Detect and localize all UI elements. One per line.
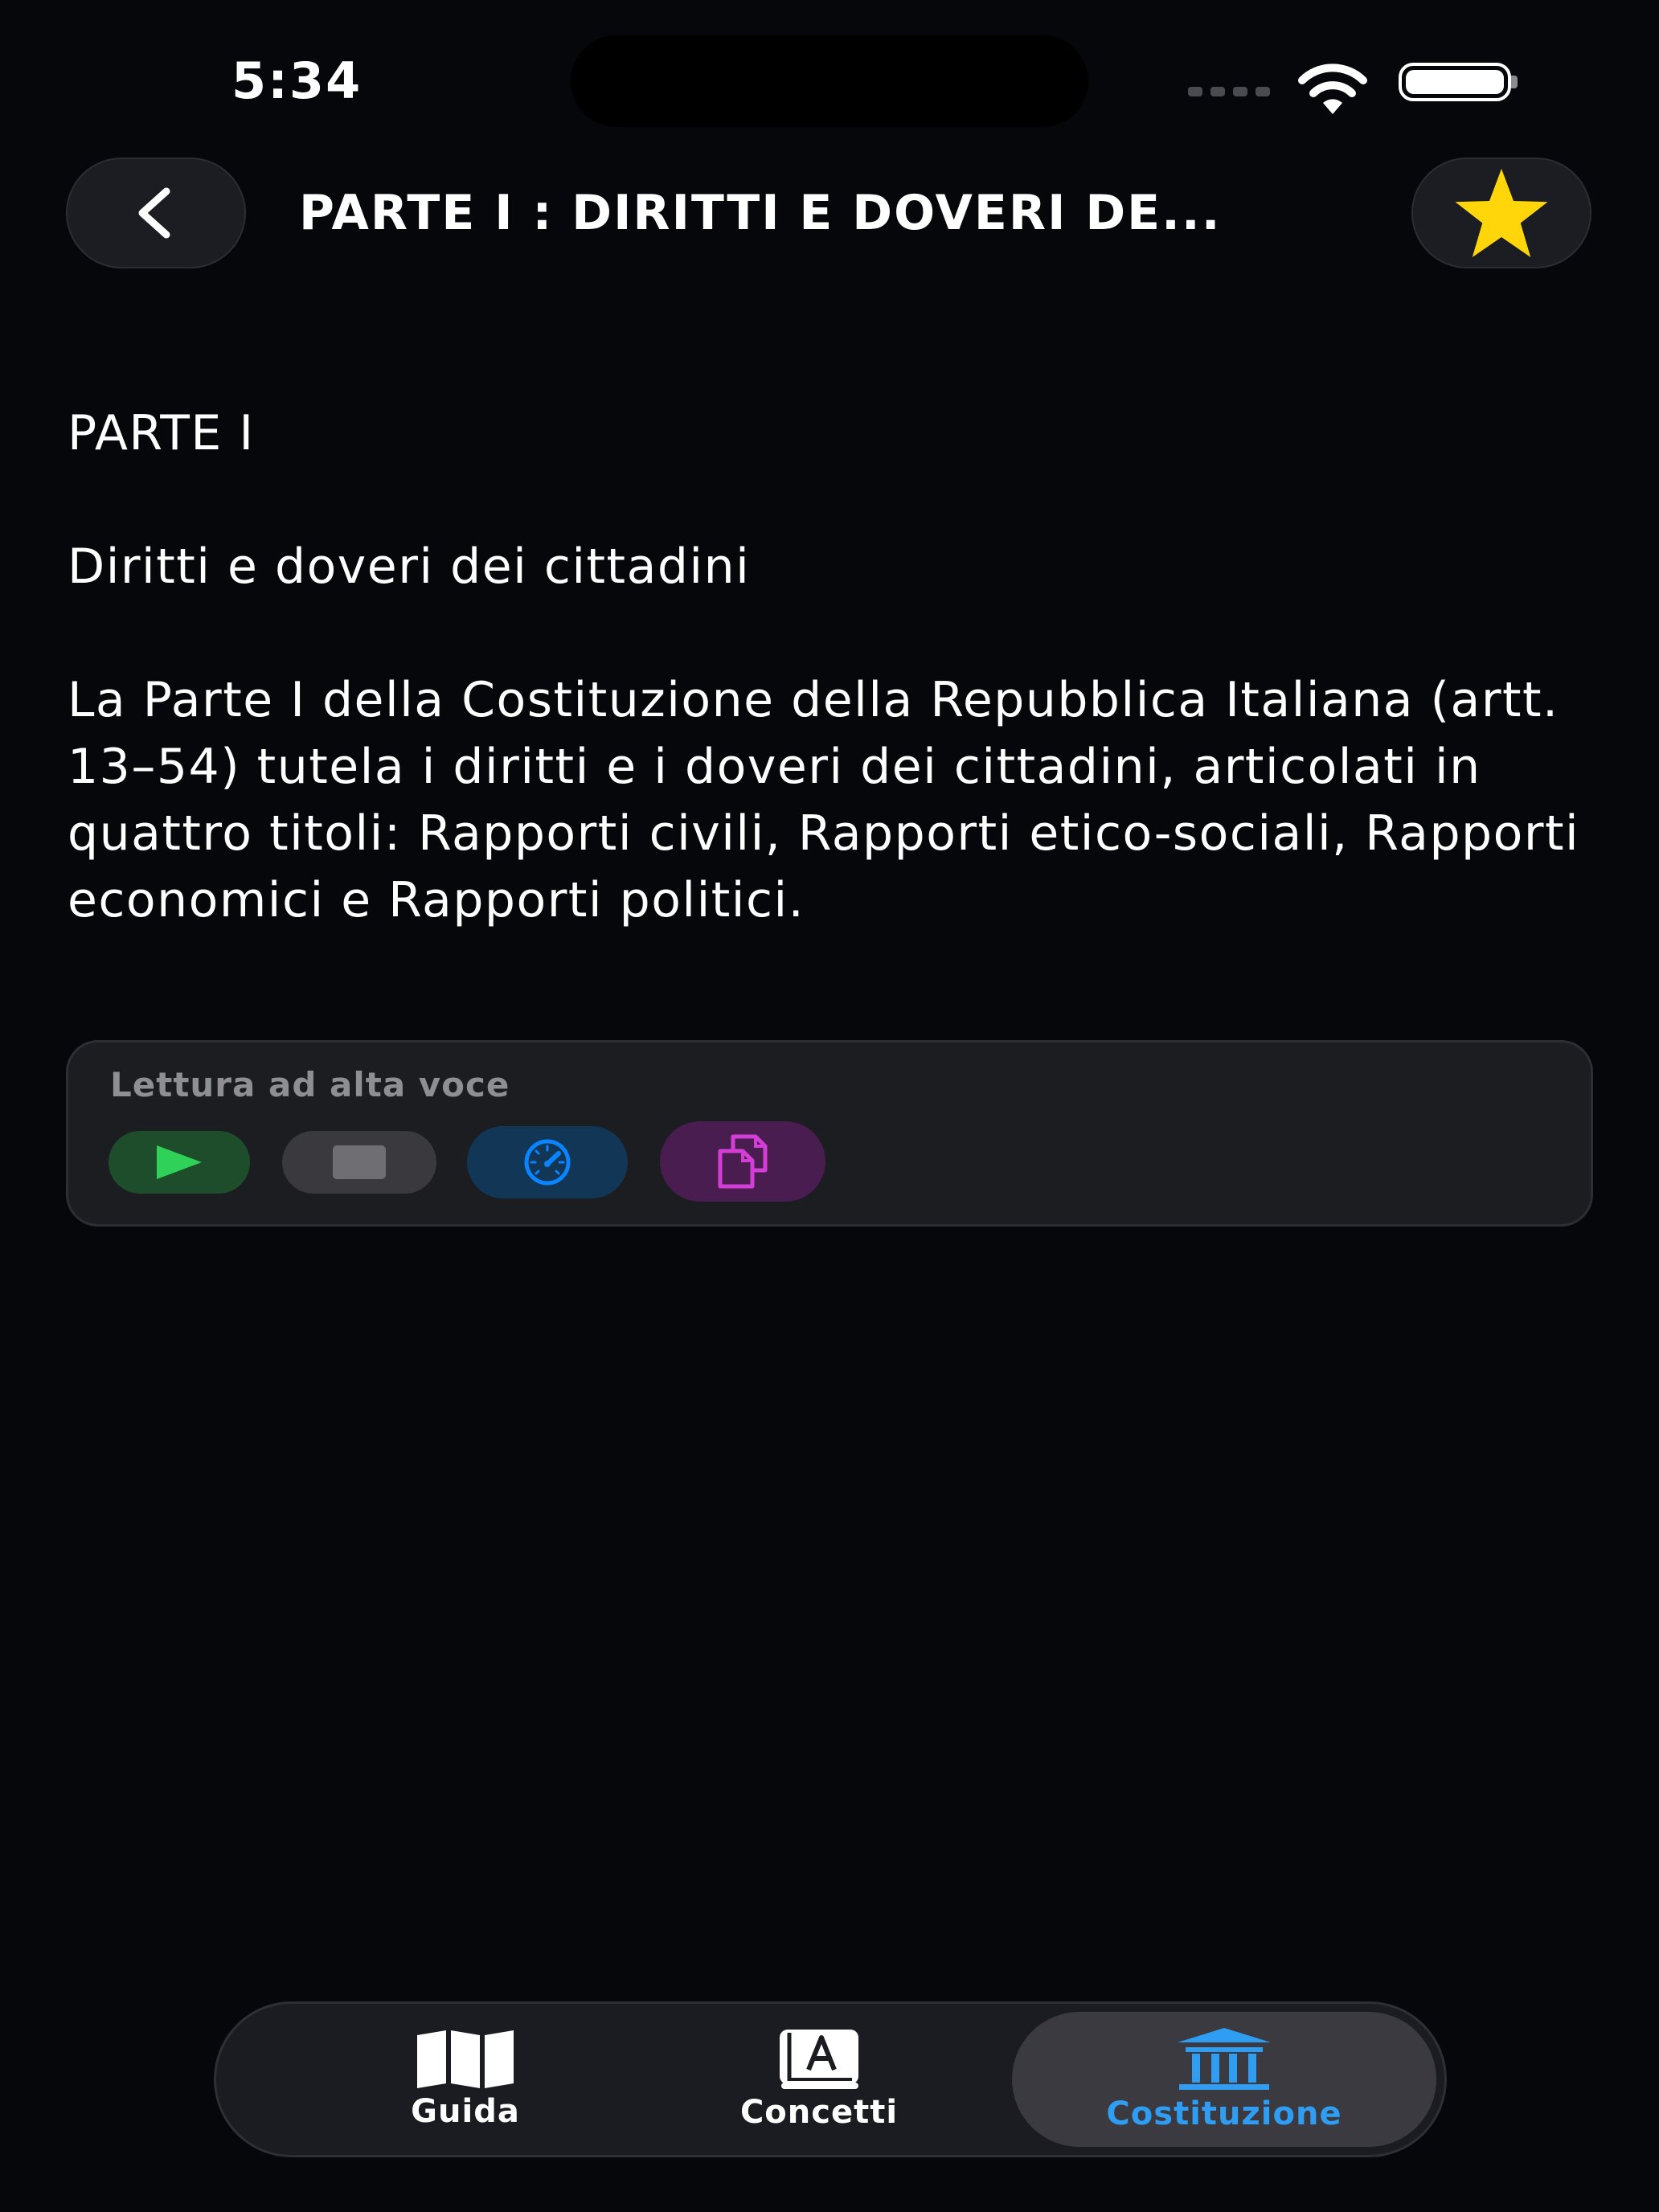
battery-cap [1511,76,1518,88]
copy-icon [718,1134,768,1189]
read-aloud-label: Lettura ad alta voce [110,1065,510,1104]
page-title: PARTE I : DIRITTI E DOVERI DE... [299,185,1222,241]
tab-guida[interactable]: Guida [345,2004,586,2155]
favorite-button[interactable] [1411,158,1591,268]
cellular-signal-icon [1188,87,1270,96]
section-body: La Parte I della Costituzione della Repu… [68,672,1580,928]
stop-icon [333,1145,386,1179]
dynamic-island [571,35,1088,127]
tab-concetti-label: Concetti [739,2094,899,2131]
map-icon [417,2030,514,2088]
tab-concetti[interactable]: Concetti [698,2004,940,2155]
star-icon [1455,169,1548,257]
play-icon [157,1145,202,1179]
status-time: 5:34 [231,51,363,110]
play-button[interactable] [109,1131,250,1194]
speed-button[interactable] [467,1126,628,1198]
tab-costituzione-label: Costituzione [1106,2095,1342,2132]
speedometer-icon [524,1139,571,1186]
tab-costituzione[interactable]: Costituzione [1012,2012,1436,2147]
tab-guida-label: Guida [411,2093,520,2130]
dictionary-icon [780,2030,858,2089]
copy-button[interactable] [660,1121,825,1202]
stop-button[interactable] [282,1131,436,1194]
back-button[interactable] [66,158,246,268]
chevron-left-icon [138,187,170,239]
tab-bar: Guida Concetti Costituzione [214,2001,1447,2157]
section-heading: PARTE I [68,405,255,461]
wifi-icon [1298,63,1367,114]
read-aloud-panel: Lettura ad alta voce [66,1040,1593,1227]
article-content: PARTE I Diritti e doveri dei cittadini L… [68,400,1595,934]
building-columns-icon [1178,2028,1271,2090]
battery-icon [1399,63,1511,101]
section-subheading: Diritti e doveri dei cittadini [68,539,751,595]
